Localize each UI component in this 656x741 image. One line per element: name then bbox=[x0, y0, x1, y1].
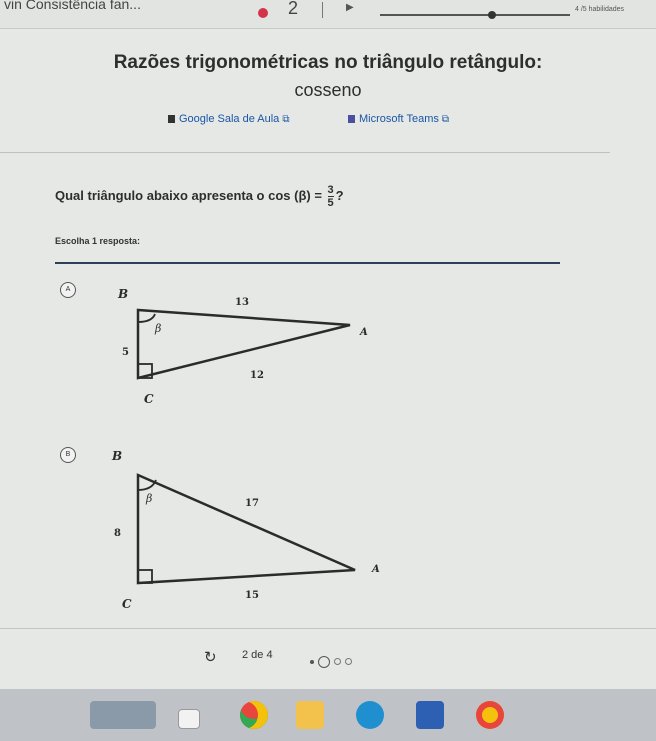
fraction-denominator: 5 bbox=[327, 196, 334, 209]
vertex-label-b: B bbox=[111, 449, 122, 463]
vertex-label-a: A bbox=[371, 564, 380, 575]
option-b-radio[interactable]: B bbox=[60, 447, 76, 463]
record-dot-icon bbox=[258, 8, 268, 18]
google-classroom-icon bbox=[168, 115, 175, 123]
chrome-icon-alt[interactable] bbox=[476, 701, 504, 729]
side-label-base: 12 bbox=[250, 370, 264, 381]
current-number: 2 bbox=[288, 0, 299, 18]
step-dot[interactable] bbox=[310, 659, 314, 664]
step-counter: 2 de 4 bbox=[242, 649, 273, 661]
google-classroom-link[interactable]: Google Sala de Aula ⧉ bbox=[168, 113, 289, 125]
window-title: vin Consistência fan... bbox=[4, 0, 141, 12]
page-title: Razões trigonométricas no triângulo retâ… bbox=[113, 52, 543, 73]
file-icon[interactable] bbox=[178, 709, 200, 729]
side-label-vertical: 8 bbox=[114, 528, 121, 539]
play-icon[interactable]: ▶ bbox=[346, 2, 354, 13]
angle-label-beta: β bbox=[145, 492, 152, 505]
skills-counter: 4 /5 habilidades bbox=[575, 6, 625, 13]
side-label-hypotenuse: 17 bbox=[245, 498, 259, 509]
page-subtitle: cosseno bbox=[294, 80, 362, 100]
external-link-icon: ⧉ bbox=[441, 114, 450, 125]
wallpaper-thumb[interactable] bbox=[90, 701, 156, 729]
teams-link-label: Microsoft Teams bbox=[359, 113, 439, 125]
vertex-label-b: B bbox=[117, 287, 128, 301]
top-bar: vin Consistência fan... 2 ▶ 4 /5 habilid… bbox=[0, 0, 656, 29]
divider bbox=[322, 2, 323, 18]
refresh-icon[interactable]: ↻ bbox=[204, 648, 217, 666]
footer-divider bbox=[0, 628, 656, 629]
taskbar bbox=[0, 689, 656, 741]
option-a-triangle[interactable]: B β 13 A 5 12 C bbox=[100, 280, 380, 410]
store-icon[interactable] bbox=[416, 701, 444, 729]
side-label-base: 15 bbox=[245, 590, 259, 601]
fraction-numerator: 3 bbox=[327, 184, 334, 196]
microsoft-teams-link[interactable]: Microsoft Teams ⧉ bbox=[348, 113, 449, 125]
side-label-vertical: 5 bbox=[122, 347, 129, 358]
teams-icon bbox=[348, 115, 355, 123]
folder-icon[interactable] bbox=[296, 701, 324, 729]
vertex-label-c: C bbox=[144, 392, 154, 406]
progress-knob[interactable] bbox=[488, 11, 496, 19]
vertex-label-c: C bbox=[122, 597, 132, 611]
side-label-hypotenuse: 13 bbox=[235, 297, 249, 308]
step-dot[interactable] bbox=[318, 655, 330, 668]
vertex-label-a: A bbox=[359, 327, 368, 338]
edge-icon[interactable] bbox=[356, 701, 384, 729]
progress-track[interactable] bbox=[380, 14, 570, 16]
cosine-fraction: 3 5 bbox=[327, 184, 334, 209]
divider bbox=[0, 152, 610, 153]
google-link-label: Google Sala de Aula bbox=[179, 113, 280, 125]
step-indicator bbox=[310, 653, 356, 671]
answer-instruction: Escolha 1 resposta: bbox=[55, 236, 141, 246]
step-dot[interactable] bbox=[334, 658, 341, 666]
step-dot[interactable] bbox=[345, 658, 352, 666]
question-suffix: ? bbox=[335, 187, 344, 203]
chrome-icon[interactable] bbox=[240, 701, 268, 729]
answer-divider bbox=[55, 262, 560, 264]
external-link-icon: ⧉ bbox=[282, 114, 290, 125]
question-prefix: Qual triângulo abaixo apresenta o cos (β… bbox=[55, 187, 322, 203]
question-text: Qual triângulo abaixo apresenta o cos (β… bbox=[55, 184, 344, 209]
angle-label-beta: β bbox=[154, 322, 161, 335]
option-b-triangle[interactable]: B β 17 A 8 15 C bbox=[100, 440, 380, 615]
option-a-radio[interactable]: A bbox=[60, 282, 76, 298]
